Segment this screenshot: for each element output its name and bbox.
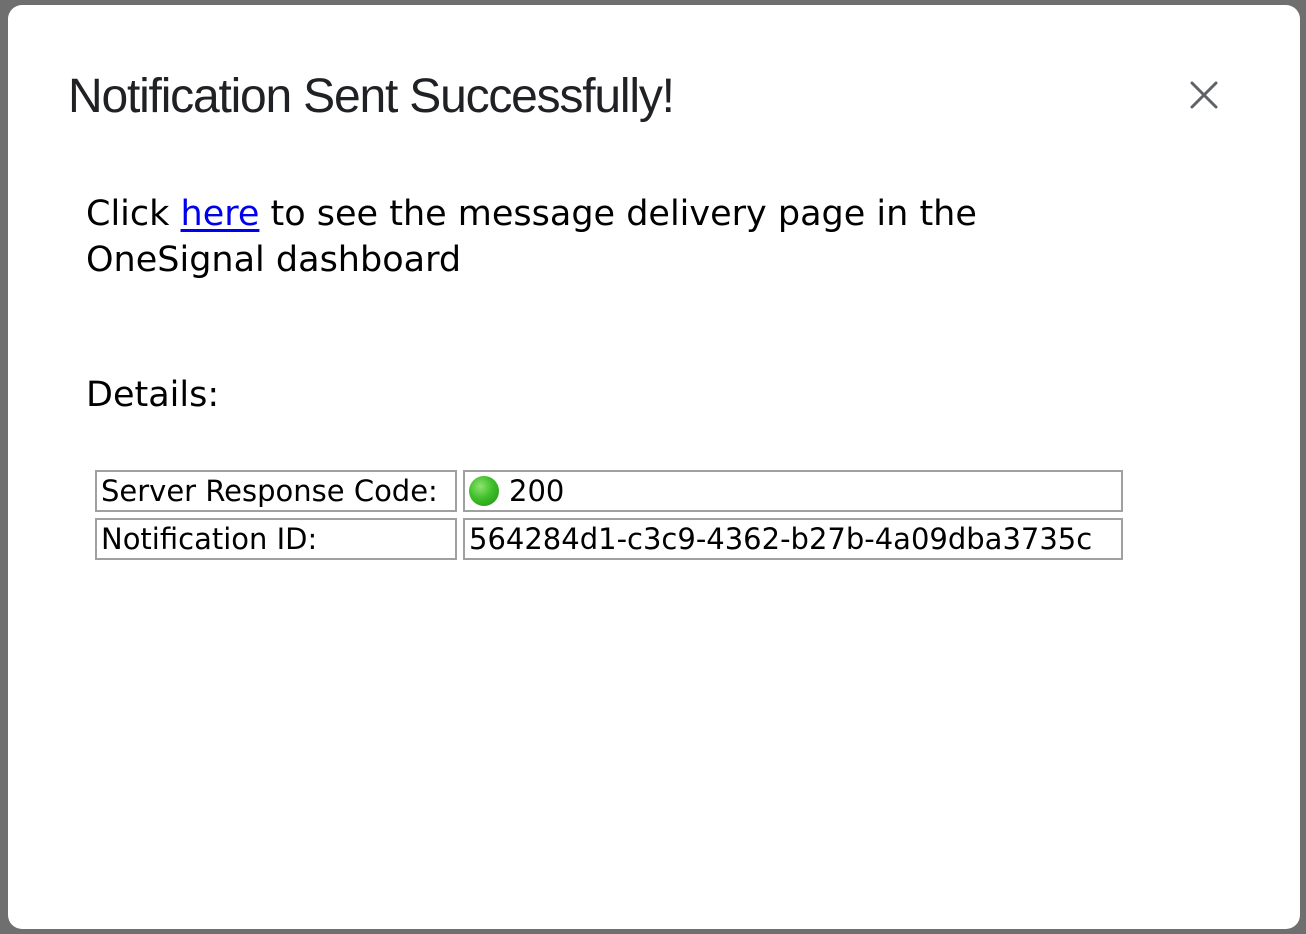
table-row: Notification ID: 564284d1-c3c9-4362-b27b… bbox=[95, 518, 1123, 560]
details-heading: Details: bbox=[86, 375, 220, 415]
table-row: Server Response Code: 200 bbox=[95, 470, 1123, 512]
green-circle-icon bbox=[469, 476, 499, 506]
response-code-value: 200 bbox=[509, 474, 565, 508]
details-table: Server Response Code: 200 Notification I… bbox=[89, 464, 1129, 566]
message-prefix: Click bbox=[86, 194, 181, 234]
delivery-page-link[interactable]: here bbox=[181, 194, 260, 234]
delivery-message: Click here to see the message delivery p… bbox=[86, 191, 1086, 283]
response-code-label: Server Response Code: bbox=[95, 470, 457, 512]
notification-id-label: Notification ID: bbox=[95, 518, 457, 560]
close-icon bbox=[1190, 81, 1218, 109]
dialog-title: Notification Sent Successfully! bbox=[68, 70, 675, 123]
close-button[interactable] bbox=[1186, 77, 1222, 113]
response-code-cell: 200 bbox=[463, 470, 1123, 512]
notification-dialog: Notification Sent Successfully! Click he… bbox=[8, 5, 1300, 929]
notification-id-value: 564284d1-c3c9-4362-b27b-4a09dba3735c bbox=[463, 518, 1123, 560]
